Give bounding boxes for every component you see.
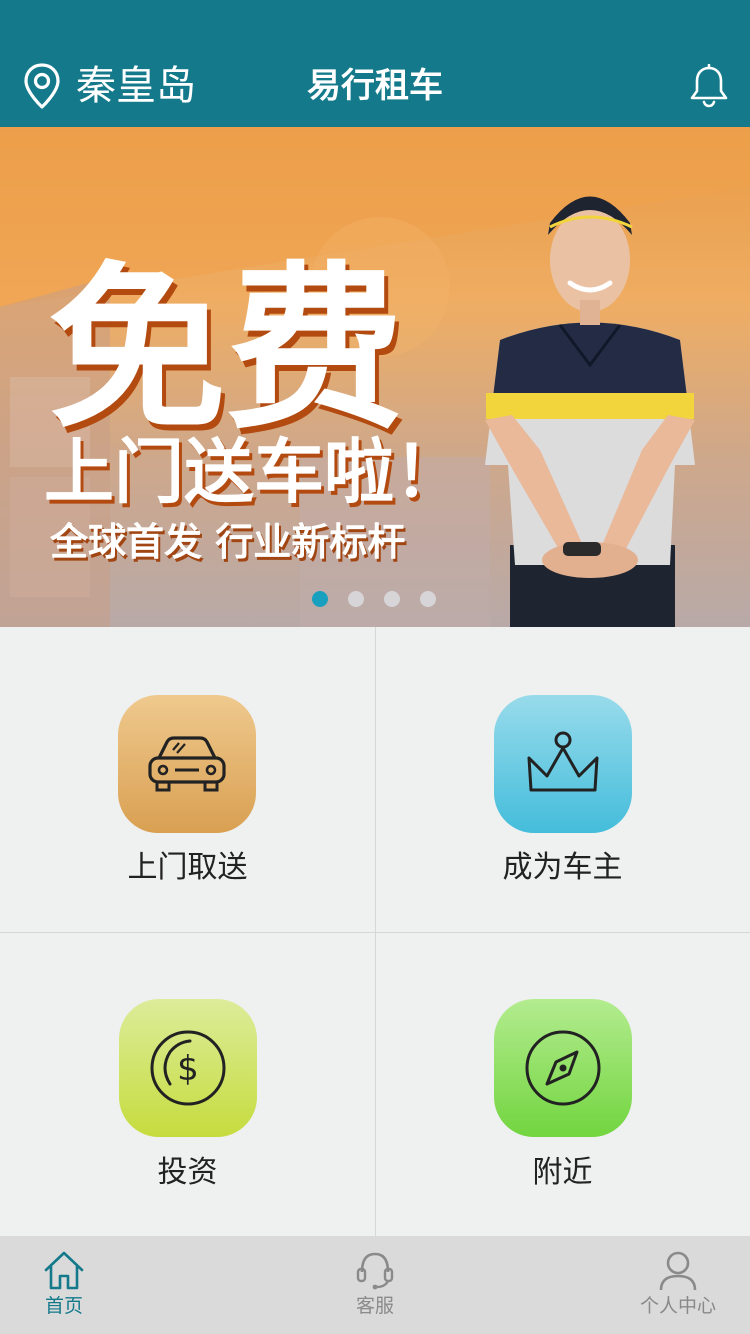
home-icon (44, 1251, 84, 1290)
app-title: 易行租车 (307, 66, 443, 106)
service-grid: 上门取送 成为车主 $ 投资 附近 (0, 627, 750, 1236)
tab-profile[interactable]: 个人中心 (628, 1236, 728, 1334)
banner-headline: 免费 (48, 246, 404, 453)
dollar-coin-icon: $ (150, 1030, 226, 1106)
service-tile: $ (119, 999, 257, 1137)
compass-icon (525, 1030, 601, 1106)
service-label: 附近 (532, 1155, 593, 1190)
service-label: 上门取送 (127, 850, 248, 885)
tab-label: 个人中心 (639, 1295, 716, 1317)
svg-text:$: $ (177, 1049, 199, 1089)
car-icon (148, 736, 226, 792)
carousel-dot[interactable] (348, 591, 364, 607)
bell-icon[interactable] (688, 64, 730, 108)
service-nearby[interactable]: 附近 (375, 932, 750, 1237)
top-bar: 秦皇岛 易行租车 (0, 0, 750, 127)
carousel-dot-active[interactable] (312, 591, 328, 607)
carousel-dot[interactable] (420, 591, 436, 607)
service-pickup-delivery[interactable]: 上门取送 (0, 627, 375, 932)
service-tile (494, 695, 632, 833)
headset-icon (356, 1252, 394, 1290)
service-invest[interactable]: $ 投资 (0, 932, 375, 1237)
crown-icon (527, 731, 599, 792)
service-tile (494, 999, 632, 1137)
carousel-indicator (312, 591, 436, 607)
delivery-man-image (485, 196, 695, 627)
tab-customer-service[interactable]: 客服 (325, 1236, 425, 1334)
bottom-tab-bar: 首页 客服 个人中心 (0, 1236, 750, 1334)
banner-subline: 上门送车啦！ (44, 431, 464, 513)
tab-home[interactable]: 首页 (14, 1236, 114, 1334)
user-icon (659, 1251, 697, 1291)
service-label: 投资 (157, 1155, 218, 1190)
tab-label: 首页 (44, 1295, 83, 1317)
service-label: 成为车主 (502, 850, 623, 885)
service-become-owner[interactable]: 成为车主 (375, 627, 750, 932)
promo-banner[interactable]: 免费 上门送车啦！ 全球首发 行业新标杆 (0, 127, 750, 627)
banner-slogan: 全球首发 行业新标杆 (50, 520, 406, 564)
service-tile (118, 695, 256, 833)
carousel-dot[interactable] (384, 591, 400, 607)
tab-label: 客服 (355, 1295, 394, 1317)
